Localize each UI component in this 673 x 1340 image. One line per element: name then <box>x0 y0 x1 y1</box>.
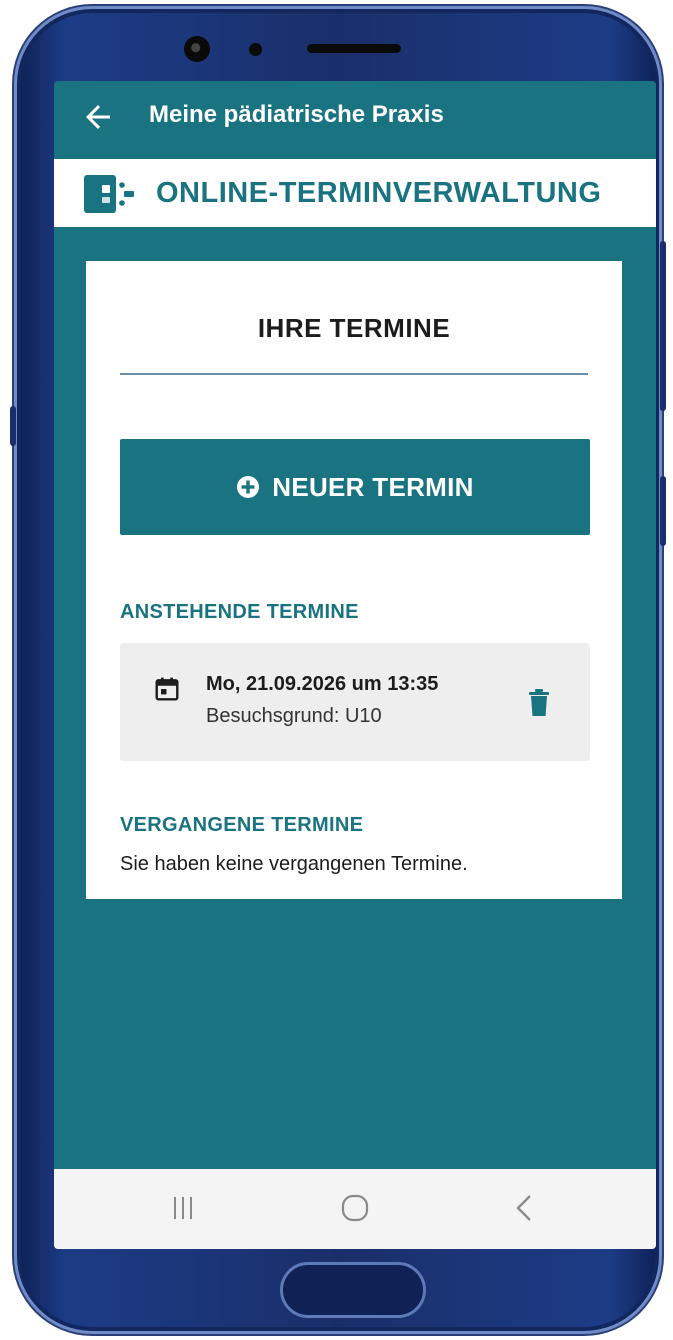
app-bar: Meine pädiatrische Praxis <box>54 81 656 159</box>
front-camera <box>184 36 210 62</box>
earpiece-speaker <box>307 44 401 53</box>
hardware-home-button[interactable] <box>280 1262 426 1318</box>
new-appointment-button[interactable]: NEUER TERMIN <box>120 439 590 535</box>
volume-button <box>660 241 666 411</box>
calendar-icon <box>155 677 179 701</box>
trash-icon[interactable] <box>528 689 550 717</box>
back-chevron-icon[interactable] <box>514 1193 534 1223</box>
arrow-left-icon[interactable] <box>80 99 116 135</box>
power-button <box>10 406 16 446</box>
past-empty-text: Sie haben keine vergangenen Termine. <box>120 853 468 875</box>
android-nav-bar <box>54 1169 656 1249</box>
home-icon[interactable] <box>340 1193 370 1223</box>
phone-frame: Meine pädiatrische Praxis ONLINE-TERMINV… <box>10 6 666 1334</box>
appointments-card: IHRE TERMINE NEUER TERMIN ANSTEHENDE TER… <box>86 261 622 899</box>
brand-bar: ONLINE-TERMINVERWALTUNG <box>54 159 656 227</box>
card-title: IHRE TERMINE <box>257 313 451 343</box>
upcoming-heading: ANSTEHENDE TERMINE <box>120 601 359 623</box>
screen: Meine pädiatrische Praxis ONLINE-TERMINV… <box>54 81 656 1249</box>
bixby-button <box>660 476 666 546</box>
appointment-item[interactable]: Mo, 21.09.2026 um 13:35 Besuchsgrund: U1… <box>120 643 590 761</box>
past-heading: VERGANGENE TERMINE <box>120 814 364 836</box>
divider <box>120 373 588 375</box>
app-title: Meine pädiatrische Praxis <box>149 101 444 128</box>
plus-circle-icon <box>237 476 260 498</box>
appointment-reason: Besuchsgrund: U10 <box>206 705 382 727</box>
brand-title: ONLINE-TERMINVERWALTUNG <box>156 177 602 209</box>
appointment-date: Mo, 21.09.2026 um 13:35 <box>206 673 439 695</box>
proximity-sensor <box>249 43 262 56</box>
new-appointment-label: NEUER TERMIN <box>272 471 474 502</box>
door-exit-icon <box>84 175 134 213</box>
recents-icon[interactable] <box>171 1195 195 1221</box>
